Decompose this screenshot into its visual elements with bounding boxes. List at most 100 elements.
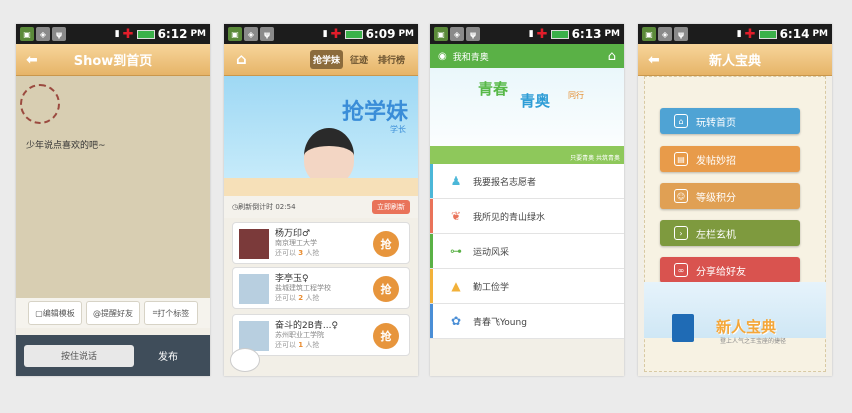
guide-button-home[interactable]: ⌂ 玩转首页 [660,108,800,134]
app-icon: ▣ [642,27,656,41]
count-number: 2 [298,294,304,302]
guide-button-label: 玩转首页 [696,117,736,129]
cartoon-girl-icon [304,128,354,184]
banner-caption: 只要青奥 共筑青奥 [570,155,620,162]
medical-icon: ✚ [330,26,342,42]
flower-decoration-icon [20,84,60,124]
usb-icon: ψ [52,27,66,41]
add-tag-button[interactable]: ⌗ 打个标签 [144,301,198,325]
user-school: 南京理工大学 [275,239,317,247]
guide-button-share[interactable]: ∞ 分享给好友 [660,257,800,283]
clock: 6:09 [365,27,396,41]
android-icon: ◈ [244,27,258,41]
home-icon: ⌂ [674,114,688,128]
app-icon: ▣ [228,27,242,41]
tool-label: 提醒好友 [101,308,133,318]
banner: 青春 青奥 同行 只要青奥 共筑青奥 [430,68,624,164]
menu-list: ♟ 我要报名志愿者 ❦ 我所见的青山绿水 ⊶ 运动风采 ▲ 勤工俭学 ✿ 青春飞Young [430,164,624,339]
remind-friend-button[interactable]: @ 提醒好友 [86,301,140,325]
banner: 抢学妹 学长 [224,76,418,196]
count-suffix: 人抢 [305,294,320,302]
hold-to-talk-button[interactable]: 按住说话 [24,344,134,367]
signal-icon: ▮ [528,29,534,39]
android-icon: ◈ [450,27,464,41]
clock-ampm: PM [812,29,828,39]
grab-count: 还可以 3 人抢 [275,248,319,258]
back-arrow-icon[interactable]: ⬅ [26,52,38,68]
refresh-now-button[interactable]: 立即刷新 [372,200,410,214]
header: ◉ 我和青奥 ⌂ [430,44,624,68]
header: ⬅ 新人宝典 [638,44,832,76]
flower-icon: ✿ [450,314,462,328]
grab-button[interactable]: 抢 [373,276,399,302]
menu-item-volunteer[interactable]: ♟ 我要报名志愿者 [430,164,624,199]
banner-ground [224,178,418,196]
chat-bubble-icon[interactable] [230,348,260,372]
guide-button-post[interactable]: ▤ 发帖妙招 [660,146,800,172]
grab-button[interactable]: 抢 [373,323,399,349]
count-prefix: 还可以 [275,294,296,302]
publish-button[interactable]: 发布 [134,348,202,363]
menu-item-landscape[interactable]: ❦ 我所见的青山绿水 [430,199,624,234]
menu-item-work-study[interactable]: ▲ 勤工俭学 [430,269,624,304]
tool-label: 编辑模板 [42,308,75,318]
medical-icon: ✚ [744,26,756,42]
leaf-icon: ❦ [450,209,462,223]
menu-item-label: 我所见的青山绿水 [473,212,546,223]
user-card[interactable]: 杨万印♂ 南京理工大学 还可以 3 人抢 抢 [232,222,410,264]
user-school: 盐城建筑工程学校 [275,284,331,292]
phone-1: ▣ ◈ ψ ▮ ✚ 6:12 PM ⬅ Show到首页 少年说点喜欢的吧~ ▢ 编辑模板 … [16,24,210,376]
battery-icon [550,29,569,39]
guide-button-label: 发帖妙招 [696,155,736,167]
avatar-placeholder-icon [239,321,269,351]
menu-item-youth-young[interactable]: ✿ 青春飞Young [430,304,624,339]
clock: 6:13 [571,27,602,41]
signal-icon: ▮ [322,29,328,39]
phone-2: ▣ ◈ ψ ▮ ✚ 6:09 PM ⌂ 抢学妹 征迹 排行榜 抢学妹 学长 ◷ 刷新倒计时… [224,24,418,376]
count-suffix: 人抢 [305,341,320,349]
user-card[interactable]: 奋斗的2B青...♀ 苏州职业工学院 还可以 1 人抢 抢 [232,314,410,356]
android-icon: ◈ [658,27,672,41]
chevron-right-icon: › [674,226,688,240]
header: ⌂ 抢学妹 征迹 排行榜 [224,44,418,76]
guide-button-level[interactable]: ☺ 等级积分 [660,183,800,209]
app-icon: ▣ [20,27,34,41]
banner-text-youth: 青春 [478,80,509,98]
compose-placeholder: 少年说点喜欢的吧~ [26,141,106,151]
home-icon[interactable]: ⌂ [236,50,247,68]
status-bar: ▣ ◈ ψ ▮ ✚ 6:12 PM [16,24,210,44]
menu-item-sports[interactable]: ⊶ 运动风采 [430,234,624,269]
book-icon [672,314,694,342]
dumbbell-icon: ⊶ [450,244,462,258]
menu-item-accent [430,199,433,233]
banner-text-olympic: 青奥 [520,92,551,110]
tab-ranking[interactable]: 排行榜 [375,50,408,69]
menu-item-label: 运动风采 [473,247,510,258]
home-icon[interactable]: ⌂ [608,49,616,64]
grab-button[interactable]: 抢 [373,231,399,257]
banner-subtitle: 学长 [390,125,406,134]
lock-icon: ▲ [451,279,461,293]
count-suffix: 人抢 [305,249,320,257]
tool-row: ▢ 编辑模板 @ 提醒好友 ⌗ 打个标签 [16,298,210,328]
battery-icon [136,29,155,39]
countdown-label: 刷新倒计时 [238,203,274,211]
user-icon: ☺ [674,189,688,203]
status-bar: ▣ ◈ ψ ▮ ✚ 6:14 PM [638,24,832,44]
user-card[interactable]: 李亭玉♀ 盐城建筑工程学校 还可以 2 人抢 抢 [232,267,410,309]
back-arrow-icon[interactable]: ⬅ [648,52,660,68]
tab-trace[interactable]: 征迹 [347,50,371,69]
banner-title: 抢学妹 [341,100,408,125]
tab-bar: 抢学妹 征迹 排行榜 [309,50,408,69]
tab-grab[interactable]: 抢学妹 [309,50,343,69]
link-icon: ∞ [674,263,688,277]
menu-item-accent [430,269,433,303]
guide-logo-subtitle: 登上人气之王宝座的捷径 [720,338,787,345]
medical-icon: ✚ [536,26,548,42]
edit-template-button[interactable]: ▢ 编辑模板 [28,301,82,325]
clock-ampm: PM [398,29,414,39]
status-bar: ▣ ◈ ψ ▮ ✚ 6:13 PM [430,24,624,44]
guide-button-sidebar[interactable]: › 左栏玄机 [660,220,800,246]
camera-icon[interactable]: ◉ [438,51,447,62]
header: ⬅ Show到首页 [16,44,210,76]
